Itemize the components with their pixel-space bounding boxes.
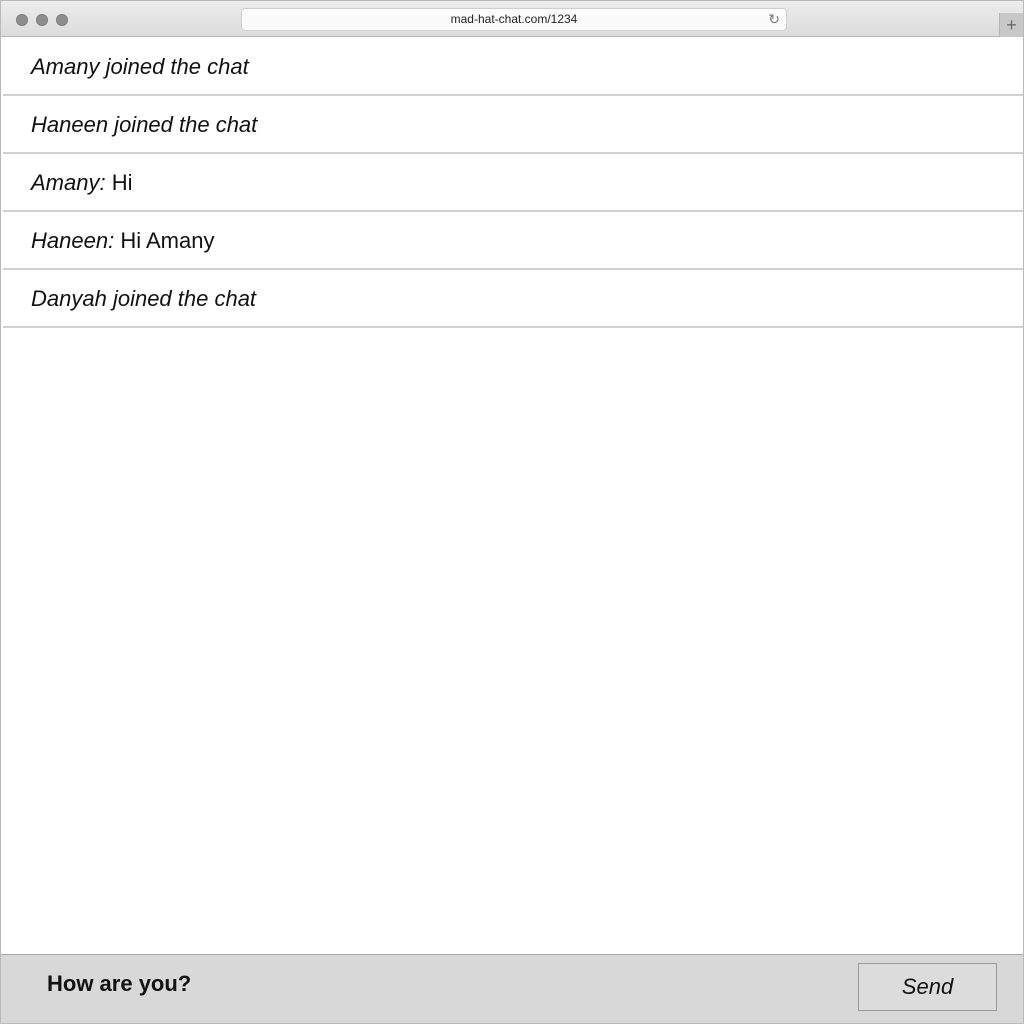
event-text: Haneen joined the chat (31, 112, 258, 137)
message-composer: Send (1, 954, 1023, 1023)
chat-event-item: Amany joined the chat (3, 38, 1023, 96)
address-bar[interactable]: mad-hat-chat.com/1234 ↻ (241, 8, 787, 31)
chat-event-item: Danyah joined the chat (3, 270, 1023, 328)
chat-event-item: Haneen joined the chat (3, 96, 1023, 154)
close-window-icon[interactable] (16, 14, 28, 26)
new-tab-plus-icon[interactable]: + (999, 13, 1023, 37)
chat-message-item: Amany: Hi (3, 154, 1023, 212)
url-text: mad-hat-chat.com/1234 (450, 12, 578, 26)
chat-message-item: Haneen: Hi Amany (3, 212, 1023, 270)
message-text: Hi Amany (120, 228, 215, 253)
message-input[interactable] (47, 965, 827, 1003)
reload-icon[interactable]: ↻ (768, 9, 780, 30)
zoom-window-icon[interactable] (56, 14, 68, 26)
browser-titlebar: mad-hat-chat.com/1234 ↻ + (1, 1, 1023, 37)
message-sender: Haneen: (31, 228, 115, 253)
browser-window: mad-hat-chat.com/1234 ↻ + Amany joined t… (0, 0, 1024, 1024)
message-sender: Amany: (31, 170, 106, 195)
chat-message-list: Amany joined the chat Haneen joined the … (3, 38, 1023, 328)
event-text: Amany joined the chat (31, 54, 249, 79)
event-text: Danyah joined the chat (31, 286, 257, 311)
send-button[interactable]: Send (858, 963, 997, 1011)
minimize-window-icon[interactable] (36, 14, 48, 26)
message-text: Hi (111, 170, 133, 195)
